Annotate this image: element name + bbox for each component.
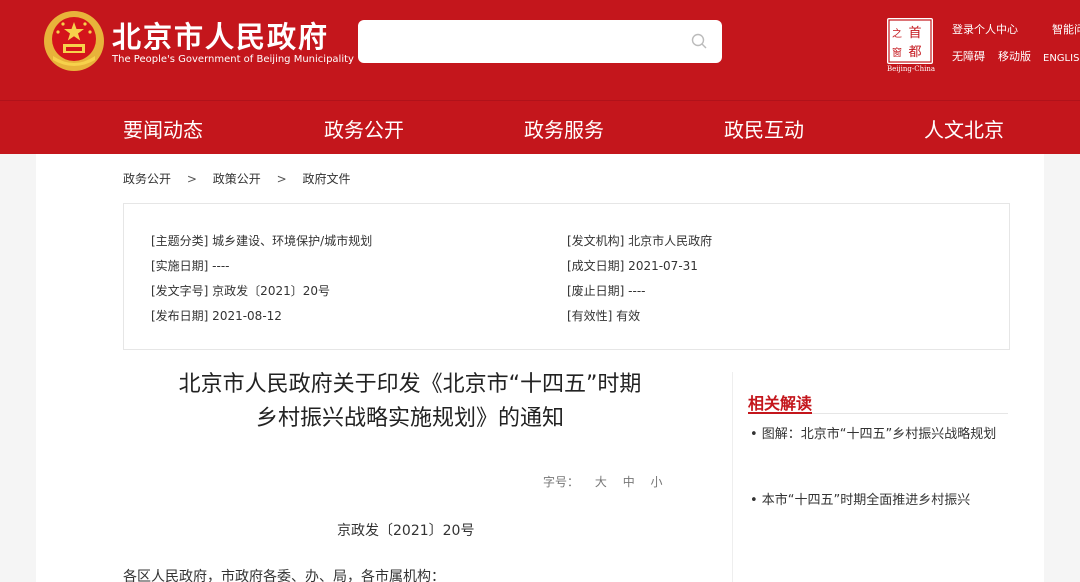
login-link[interactable]: 登录个人中心	[952, 21, 1018, 37]
font-size-label: 字号：	[543, 475, 580, 489]
capital-char-2: 都	[908, 45, 921, 60]
related-title-underline	[748, 412, 812, 414]
info-validity: [有效性] 有效	[567, 309, 641, 323]
nav-item-interaction[interactable]: 政民互动	[724, 114, 804, 143]
info-doc-number: [发文字号] 京政发〔2021〕20号	[151, 284, 330, 298]
document-title-line-2: 乡村振兴战略实施规划》的通知	[255, 406, 564, 431]
capital-logo-box: 首 都 之 窗	[887, 18, 933, 64]
capital-logo-caption: Beijing-China	[886, 65, 936, 73]
breadcrumb-separator: >	[186, 172, 197, 186]
site-subtitle: The People's Government of Beijing Munic…	[112, 54, 354, 65]
mobile-version-link[interactable]: 移动版	[998, 48, 1031, 64]
capital-char-1: 首	[908, 26, 921, 41]
column-divider	[732, 372, 733, 582]
document-title-line-1: 北京市人民政府关于印发《北京市“十四五”时期	[178, 372, 642, 397]
info-issuer: [发文机构] 北京市人民政府	[567, 234, 713, 248]
breadcrumb-item-policy-open[interactable]: 政策公开	[213, 172, 261, 186]
english-link[interactable]: ENGLISH	[1043, 53, 1080, 64]
info-topic: [主题分类] 城乡建设、环境保护/城市规划	[151, 234, 373, 248]
related-title-rule	[812, 413, 1008, 414]
nav-item-news[interactable]: 要闻动态	[123, 114, 203, 143]
capital-logo-mark-icon: 首 都 之 窗	[888, 19, 932, 63]
document-salutation: 各区人民政府，市政府各委、办、局，各市属机构：	[123, 569, 445, 582]
accessibility-link[interactable]: 无障碍	[952, 48, 985, 64]
info-effective-date: [实施日期] ----	[151, 259, 230, 273]
nav-item-gov-services[interactable]: 政务服务	[524, 114, 604, 143]
nav-item-gov-affairs-open[interactable]: 政务公开	[324, 114, 404, 143]
font-size-medium-button[interactable]: 中	[623, 475, 635, 489]
related-item-rural-revitalization[interactable]: • 本市“十四五”时期全面推进乡村振兴	[750, 484, 1010, 518]
info-publish-date: [发布日期] 2021-08-12	[151, 309, 282, 323]
site-title[interactable]: 北京市人民政府	[112, 14, 329, 56]
font-size-controls: 字号： 大 中 小	[543, 473, 663, 490]
main-nav: 要闻动态 政务公开 政务服务 政民互动 人文北京	[0, 100, 1080, 154]
font-size-large-button[interactable]: 大	[595, 475, 607, 489]
breadcrumb-separator: >	[276, 172, 287, 186]
info-abolish-date: [废止日期] ----	[567, 284, 646, 298]
related-item-infographic[interactable]: • 图解：北京市“十四五”乡村振兴战略规划	[750, 418, 1010, 452]
document-title: 北京市人民政府关于印发《北京市“十四五”时期 乡村振兴战略实施规划》的通知	[120, 368, 700, 436]
breadcrumb-item-gov-open[interactable]: 政务公开	[123, 172, 171, 186]
capital-char-3: 之	[892, 27, 902, 40]
info-written-date: [成文日期] 2021-07-31	[567, 259, 698, 273]
site-header: 北京市人民政府 The People's Government of Beiji…	[0, 0, 1080, 100]
breadcrumb: 政务公开 > 政策公开 > 政府文件	[123, 170, 362, 187]
capital-char-4: 窗	[892, 46, 902, 59]
document-info-box: [主题分类] 城乡建设、环境保护/城市规划 [发文机构] 北京市人民政府 [实施…	[123, 203, 1010, 350]
nav-item-humanities-beijing[interactable]: 人文北京	[924, 114, 1004, 143]
capital-window-logo[interactable]: 首 都 之 窗 Beijing-China	[887, 18, 935, 74]
search-input[interactable]	[358, 20, 722, 63]
search-icon[interactable]	[690, 32, 708, 50]
font-size-small-button[interactable]: 小	[651, 475, 663, 489]
national-emblem-icon[interactable]	[43, 10, 105, 72]
breadcrumb-item-gov-documents[interactable]: 政府文件	[302, 172, 350, 186]
smart-qa-link[interactable]: 智能问	[1052, 21, 1080, 37]
related-interpretation-title: 相关解读	[748, 394, 813, 413]
document-number: 京政发〔2021〕20号	[337, 523, 475, 539]
